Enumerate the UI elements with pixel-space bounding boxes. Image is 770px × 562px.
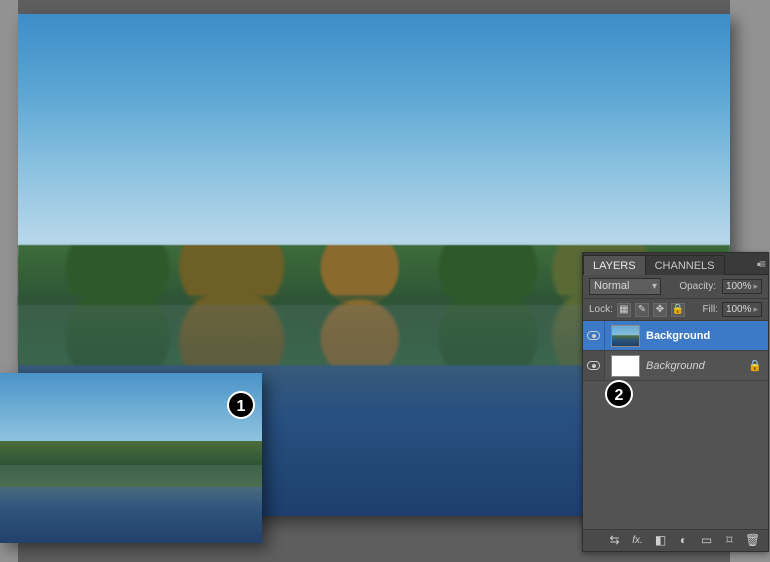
delete-layer-icon[interactable]: 🗑: [745, 534, 760, 547]
thumbnail-content: [0, 441, 262, 465]
tab-layers[interactable]: LAYERS: [583, 255, 646, 275]
annotation-badge-1: 1: [227, 391, 255, 419]
link-layers-icon[interactable]: ⇆: [607, 534, 622, 547]
new-group-icon[interactable]: ▭: [699, 534, 714, 547]
thumbnail-reflection: [0, 463, 262, 487]
eye-icon: [587, 361, 600, 370]
layer-thumbnail[interactable]: [611, 355, 640, 377]
panel-tab-bar: LAYERS CHANNELS ▪≡: [583, 253, 768, 275]
panel-blend-row: Normal Opacity: 100%: [583, 275, 768, 299]
layer-fx-icon[interactable]: fx.: [630, 534, 645, 547]
eye-icon: [587, 331, 600, 340]
lock-transparency-icon[interactable]: ▦: [617, 303, 631, 317]
add-mask-icon[interactable]: ◧: [653, 534, 668, 547]
panel-menu-icon[interactable]: ▪≡: [757, 257, 764, 271]
opacity-label: Opacity:: [679, 281, 716, 292]
fill-label: Fill:: [702, 304, 718, 315]
layer-list: Background Background 🔒: [583, 321, 768, 529]
annotation-badge-2: 2: [605, 380, 633, 408]
lock-pixels-icon[interactable]: ✎: [635, 303, 649, 317]
layer-row[interactable]: Background: [583, 321, 768, 351]
layer-name[interactable]: Background: [646, 360, 748, 372]
tab-channels[interactable]: CHANNELS: [645, 255, 725, 275]
panel-lock-row: Lock: ▦ ✎ ✥ 🔒 Fill: 100%: [583, 299, 768, 321]
lock-all-icon[interactable]: 🔒: [671, 303, 685, 317]
lock-controls: ▦ ✎ ✥ 🔒: [617, 303, 685, 317]
lock-icon: 🔒: [748, 359, 760, 372]
adjustment-layer-icon[interactable]: ◐: [676, 534, 691, 547]
blend-mode-select[interactable]: Normal: [589, 278, 661, 295]
layer-visibility-toggle[interactable]: [583, 351, 605, 380]
opacity-input[interactable]: 100%: [722, 279, 762, 294]
panel-footer: ⇆ fx. ◧ ◐ ▭ ⌑ 🗑: [583, 529, 768, 551]
layer-row[interactable]: Background 🔒: [583, 351, 768, 381]
new-layer-icon[interactable]: ⌑: [722, 534, 737, 547]
fill-input[interactable]: 100%: [722, 302, 762, 317]
layer-thumbnail[interactable]: [611, 325, 640, 347]
document-thumbnail[interactable]: [0, 373, 262, 543]
lock-label: Lock:: [589, 304, 613, 315]
layer-visibility-toggle[interactable]: [583, 321, 605, 350]
lock-position-icon[interactable]: ✥: [653, 303, 667, 317]
layer-name[interactable]: Background: [646, 330, 768, 342]
